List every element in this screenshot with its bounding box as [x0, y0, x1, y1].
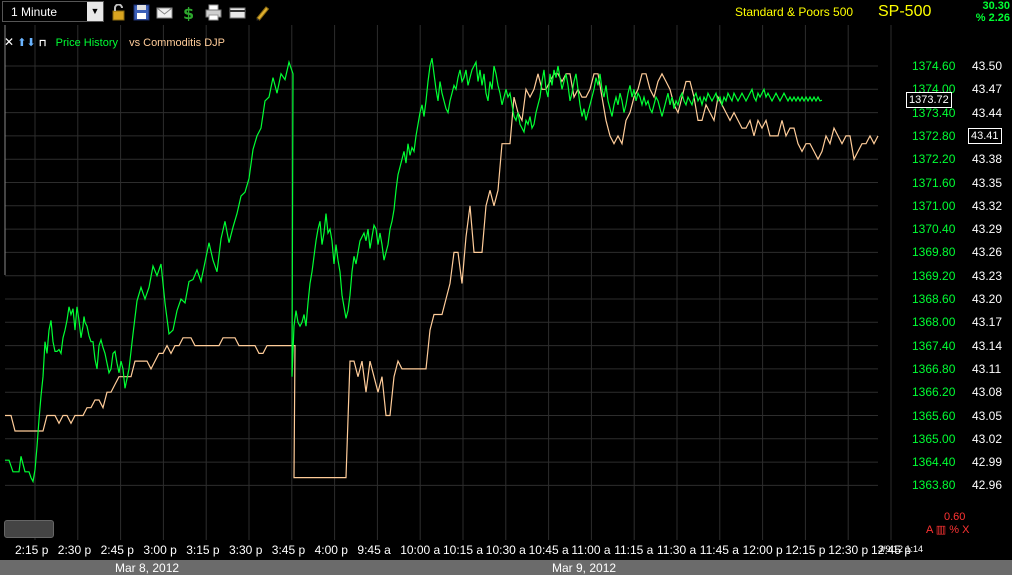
left-axis-tick-label: 1372.80 [912, 128, 956, 143]
right-axis-tick-label: 43.20 [972, 292, 1003, 306]
right-axis-tick-label: 43.02 [972, 431, 1003, 446]
x-axis-tick-label: 9:45 a [357, 543, 391, 557]
legend-price-history[interactable]: Price History [56, 37, 118, 49]
lock-icon[interactable] [110, 4, 127, 21]
right-axis-tick-label: 42.99 [972, 455, 1003, 470]
right-axis-tick-label: 42.96 [972, 478, 1003, 493]
right-axis-tick-label: 43.11 [972, 361, 1002, 376]
right-axis-tick-label: 43.50 [972, 59, 1003, 73]
x-axis-tick-label: 12:00 p [742, 543, 783, 557]
date-label-mar-9: Mar 9, 2012 [552, 561, 617, 575]
right-axis-tick-label: 43.08 [972, 385, 1003, 400]
x-axis-tick-label: 3:30 p [229, 543, 263, 557]
right-axis-tick-label: 43.38 [972, 152, 1003, 167]
left-axis-tick-label: 1363.80 [912, 478, 956, 493]
status-value: 0.60 [944, 511, 966, 523]
x-axis-tick-label: 3:00 p [143, 543, 177, 557]
x-axis-tick-label: 10:30 a [485, 543, 526, 557]
x-axis-tick-label: 11:30 a [657, 543, 697, 557]
left-axis-tick-label: 1368.60 [912, 292, 956, 306]
series-line-price-history [5, 58, 823, 484]
move-down-icon[interactable]: ⬇ [26, 37, 35, 49]
left-axis-tick-label: 1372.20 [912, 152, 956, 167]
right-axis-tick-label: 43.32 [972, 198, 1003, 213]
print-icon[interactable] [205, 4, 222, 21]
right-axis-tick-label: 43.17 [972, 315, 1003, 330]
change-percent: % 2.26 [975, 12, 1010, 24]
chart-tools[interactable]: A ▥ % X [926, 523, 969, 536]
symbol-ticker: SP-500 [878, 3, 932, 20]
right-axis-tick-label: 43.05 [972, 408, 1003, 423]
left-axis-tick-label: 1369.20 [912, 268, 956, 283]
right-axis-tick-label: 43.44 [972, 105, 1003, 120]
price-chart[interactable] [0, 25, 1012, 540]
current-compare-marker: 43.41 [968, 127, 1002, 144]
left-axis-tick-label: 1369.80 [912, 245, 956, 260]
card-icon[interactable] [229, 4, 246, 21]
x-axis-tick-label: 11:00 a [571, 543, 611, 557]
x-axis-tick-label: 4:00 p [314, 543, 348, 557]
scroll-control-button[interactable] [4, 520, 54, 538]
x-axis-tick-label: 10:15 a [443, 543, 484, 557]
x-axis-tick-label: 2:45 p [100, 543, 134, 557]
left-axis-tick-label: 1367.40 [912, 338, 956, 353]
left-axis-tick-label: 1365.60 [912, 408, 956, 423]
left-axis-tick-label: 1368.00 [912, 315, 956, 330]
x-axis-tick-label: 3:45 p [271, 543, 306, 557]
left-axis-tick-label: 1370.40 [912, 222, 956, 237]
left-axis-tick-label: 1364.40 [912, 455, 956, 470]
left-axis-tick-label: 1366.20 [912, 385, 956, 400]
svg-text:$: $ [183, 4, 194, 21]
close-icon[interactable]: ✕ [4, 35, 14, 49]
dollar-icon[interactable]: $ [180, 4, 197, 21]
right-axis-tick-label: 43.23 [972, 268, 1003, 283]
right-axis-tick-label: 43.29 [972, 222, 1003, 237]
right-axis-tick-label: 43.26 [972, 245, 1003, 260]
toolbar: 1 Minute ▼ $ Standard & Poors 500 SP-500… [0, 0, 1012, 25]
last-update-timestamp: 3/9/12 1:14 [878, 544, 924, 554]
interval-select[interactable]: 1 Minute ▼ [2, 1, 104, 22]
net-change: 30.30 % 2.26 [976, 0, 1010, 24]
pencil-icon[interactable] [254, 4, 271, 21]
x-axis-tick-label: 11:15 a [614, 543, 654, 557]
move-up-icon[interactable]: ⬆ [17, 37, 26, 49]
left-axis-tick-label: 1365.00 [912, 431, 956, 446]
pin-icon[interactable]: ⊓ [39, 38, 47, 49]
change-value: 30.30 [982, 0, 1010, 12]
symbol-name: Standard & Poors 500 [735, 5, 854, 19]
legend-compare-series[interactable]: vs Commoditis DJP [129, 37, 225, 49]
right-axis-tick-label: 43.14 [972, 338, 1003, 353]
x-axis-tick-label: 11:45 a [699, 543, 739, 557]
mail-icon[interactable] [156, 4, 173, 21]
x-axis-tick-label: 2:30 p [57, 543, 92, 557]
right-axis-tick-label: 43.47 [972, 82, 1003, 97]
dropdown-arrow-icon[interactable]: ▼ [87, 2, 103, 21]
right-axis-tick-label: 43.35 [972, 175, 1003, 190]
left-axis-tick-label: 1366.80 [912, 361, 956, 376]
left-axis-tick-label: 1371.60 [912, 175, 956, 190]
current-price-marker: 1373.72 [906, 92, 952, 109]
left-axis-tick-label: 1371.00 [912, 198, 956, 213]
x-axis-tick-label: 10:45 a [528, 543, 569, 557]
left-axis-tick-label: 1374.60 [912, 59, 956, 73]
chart-legend: ✕ ⬆⬇ ⊓ Price History vs Commoditis DJP [4, 35, 225, 49]
x-axis-tick-label: 2:15 p [15, 543, 49, 557]
date-label-mar-8: Mar 8, 2012 [115, 561, 180, 575]
save-icon[interactable] [133, 4, 150, 21]
x-axis-tick-label: 12:30 p [828, 543, 869, 557]
x-axis-tick-label: 3:15 p [186, 543, 220, 557]
x-axis-tick-label: 10:00 a [400, 543, 441, 557]
x-axis-tick-label: 12:15 p [785, 543, 826, 557]
interval-label: 1 Minute [11, 5, 58, 19]
